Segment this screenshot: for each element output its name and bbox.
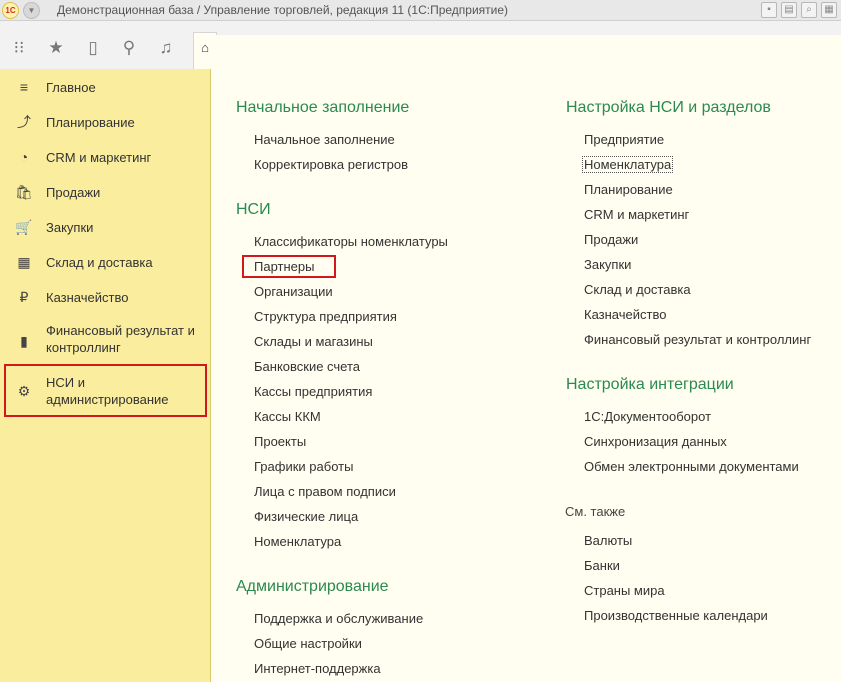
warehouse-grid-icon: ▦ bbox=[17, 253, 31, 270]
history-icon[interactable]: ▯ bbox=[82, 37, 104, 59]
sidebar-item-planning[interactable]: ⤴ Планирование bbox=[0, 112, 211, 132]
partners-highlight-box bbox=[242, 255, 336, 278]
link-cash-desks[interactable]: Кассы предприятия bbox=[254, 384, 372, 399]
link-initial-fill[interactable]: Начальное заполнение bbox=[254, 132, 395, 147]
bell-icon[interactable]: ♫ bbox=[155, 37, 177, 59]
link-internet-support[interactable]: Интернет-поддержка bbox=[254, 661, 381, 676]
sidebar-item-label: Казначейство bbox=[46, 289, 129, 305]
link-warehouses-stores[interactable]: Склады и магазины bbox=[254, 334, 373, 349]
pie-chart-icon: ◔ bbox=[19, 149, 29, 165]
save-icon[interactable]: ▪ bbox=[761, 2, 777, 18]
calendar-icon[interactable]: ▦ bbox=[821, 2, 837, 18]
sidebar-item-label: Главное bbox=[46, 79, 96, 95]
sidebar-item-label-line2: контроллинг bbox=[46, 340, 121, 355]
window-toolbar: ▪ ▤ ⌕ ▦ bbox=[761, 2, 837, 18]
link-support-maintenance[interactable]: Поддержка и обслуживание bbox=[254, 611, 423, 626]
link-finance-settings[interactable]: Финансовый результат и контроллинг bbox=[584, 332, 811, 347]
main-menu-caret-icon[interactable]: ▼ bbox=[23, 2, 40, 19]
sidebar-item-label: Финансовый результат и bbox=[46, 323, 195, 338]
list-icon: ≡ bbox=[19, 79, 29, 95]
sidebar-item-sales[interactable]: 🛍 Продажи bbox=[0, 182, 211, 202]
planning-icon: ⤴ bbox=[17, 114, 31, 130]
star-icon[interactable]: ★ bbox=[45, 37, 67, 59]
section-title-administration: Администрирование bbox=[236, 578, 389, 595]
selection-highlight-box bbox=[4, 364, 207, 417]
sidebar-item-label: Склад и доставка bbox=[46, 254, 153, 270]
sidebar-item-warehouse[interactable]: ▦ Склад и доставка bbox=[0, 252, 211, 272]
link-data-sync[interactable]: Синхронизация данных bbox=[584, 434, 727, 449]
link-signatories[interactable]: Лица с правом подписи bbox=[254, 484, 396, 499]
link-warehouse-settings[interactable]: Склад и доставка bbox=[584, 282, 691, 297]
bar-chart-icon: ▮ bbox=[20, 333, 28, 349]
ruble-icon: ₽ bbox=[19, 288, 29, 305]
link-projects[interactable]: Проекты bbox=[254, 434, 306, 449]
sidebar-item-main[interactable]: ≡ Главное bbox=[0, 77, 211, 97]
window-title: Демонстрационная база / Управление торго… bbox=[57, 3, 509, 17]
link-purchases-settings[interactable]: Закупки bbox=[584, 257, 631, 272]
sidebar-item-treasury[interactable]: ₽ Казначейство bbox=[0, 287, 211, 307]
link-currencies[interactable]: Валюты bbox=[584, 533, 632, 548]
link-edi-exchange[interactable]: Обмен электронными документами bbox=[584, 459, 799, 474]
link-enterprise-structure[interactable]: Структура предприятия bbox=[254, 309, 397, 324]
sidebar-item-crm[interactable]: ◔ CRM и маркетинг bbox=[0, 147, 211, 167]
link-register-adjustment[interactable]: Корректировка регистров bbox=[254, 157, 408, 172]
link-enterprise[interactable]: Предприятие bbox=[584, 132, 664, 147]
sidebar-item-finance[interactable]: ▮ Финансовый результат и контроллинг bbox=[0, 322, 211, 356]
cart-icon: 🛒 bbox=[15, 218, 33, 235]
print-icon[interactable]: ▤ bbox=[781, 2, 797, 18]
link-general-settings[interactable]: Общие настройки bbox=[254, 636, 362, 651]
link-nomenclature-settings[interactable]: Номенклатура bbox=[582, 156, 674, 173]
link-individuals[interactable]: Физические лица bbox=[254, 509, 358, 524]
sidebar-item-label: Закупки bbox=[46, 219, 94, 235]
shopping-bag-icon: 🛍 bbox=[15, 183, 33, 200]
link-sales-settings[interactable]: Продажи bbox=[584, 232, 638, 247]
link-countries[interactable]: Страны мира bbox=[584, 583, 665, 598]
link-planning-settings[interactable]: Планирование bbox=[584, 182, 673, 197]
link-nomenclature[interactable]: Номенклатура bbox=[254, 534, 341, 549]
link-document-flow[interactable]: 1С:Документооборот bbox=[584, 409, 711, 424]
sidebar-item-label: CRM и маркетинг bbox=[46, 149, 152, 165]
title-bar: 1С ▼ Демонстрационная база / Управление … bbox=[0, 0, 841, 21]
link-production-calendars[interactable]: Производственные календари bbox=[584, 608, 768, 623]
section-title-nsi-settings: Настройка НСИ и разделов bbox=[566, 99, 771, 116]
link-nomenclature-classifiers[interactable]: Классификаторы номенклатуры bbox=[254, 234, 448, 249]
sidebar-item-label: Продажи bbox=[46, 184, 101, 200]
link-treasury-settings[interactable]: Казначейство bbox=[584, 307, 666, 322]
app-logo-icon[interactable]: 1С bbox=[2, 2, 19, 19]
sidebar-item-label: Планирование bbox=[46, 114, 135, 130]
link-kkm-cash-desks[interactable]: Кассы ККМ bbox=[254, 409, 321, 424]
link-work-schedules[interactable]: Графики работы bbox=[254, 459, 353, 474]
link-crm-settings[interactable]: CRM и маркетинг bbox=[584, 207, 689, 222]
search-icon[interactable]: ⚲ bbox=[118, 37, 140, 59]
link-organizations[interactable]: Организации bbox=[254, 284, 333, 299]
section-title-nsi: НСИ bbox=[236, 201, 271, 218]
link-bank-accounts[interactable]: Банковские счета bbox=[254, 359, 360, 374]
section-title-see-also: См. также bbox=[565, 504, 626, 519]
sidebar-item-purchases[interactable]: 🛒 Закупки bbox=[0, 217, 211, 237]
link-banks[interactable]: Банки bbox=[584, 558, 620, 573]
apps-grid-icon[interactable]: ⁝⁝ bbox=[8, 37, 30, 59]
section-title-integration: Настройка интеграции bbox=[566, 376, 734, 393]
sidebar: ≡ Главное ⤴ Планирование ◔ CRM и маркети… bbox=[0, 69, 211, 682]
preview-icon[interactable]: ⌕ bbox=[801, 2, 817, 18]
section-title-initial-fill: Начальное заполнение bbox=[236, 99, 410, 116]
